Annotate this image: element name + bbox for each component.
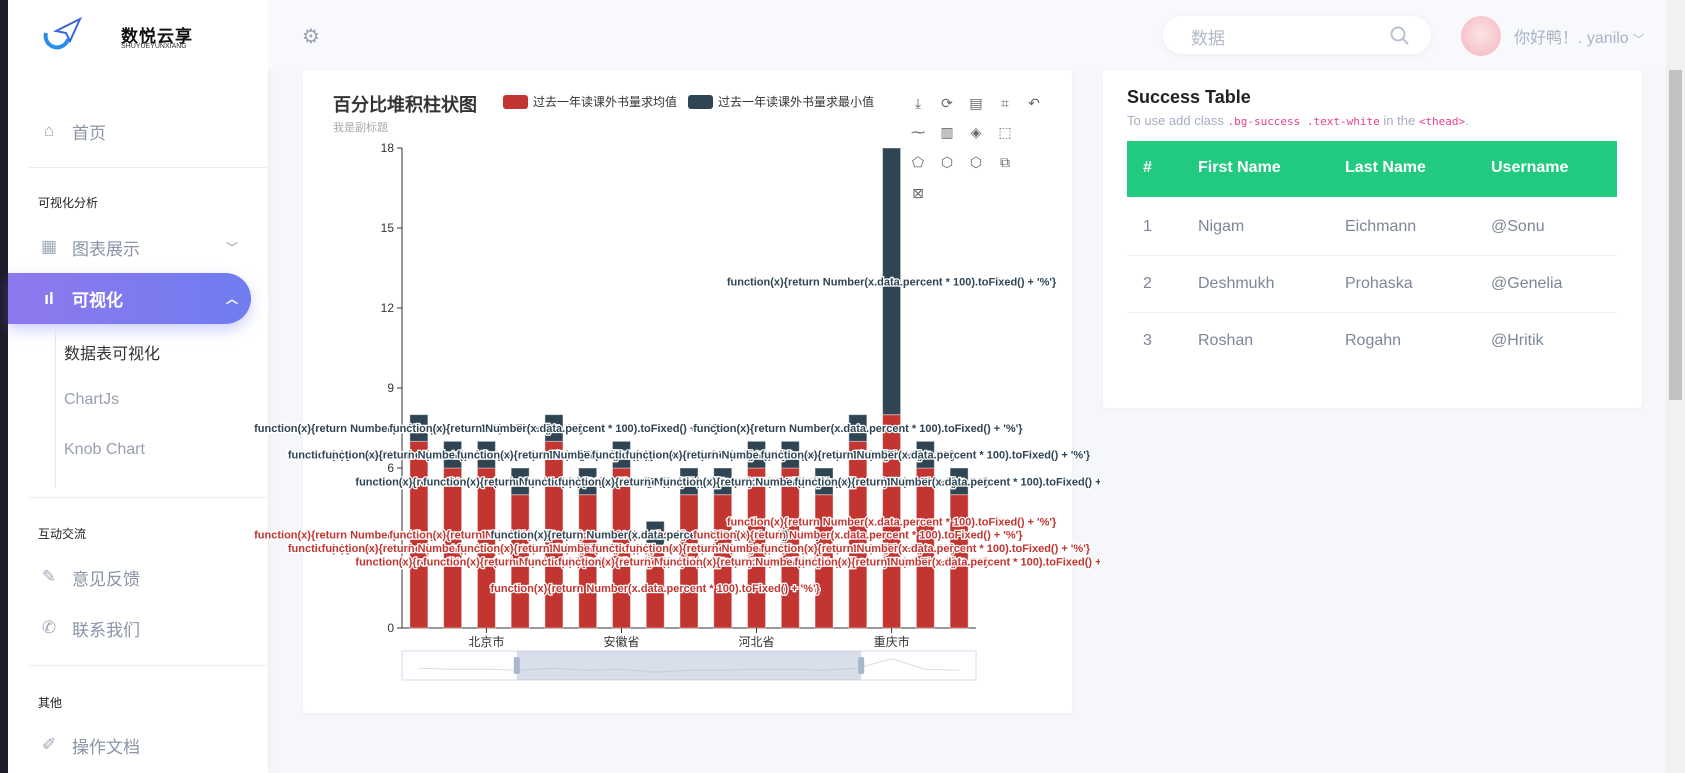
avatar[interactable] [1461, 16, 1501, 56]
x-tick-label: 北京市 [468, 634, 504, 649]
column-header: Username [1491, 159, 1569, 176]
greeting-text: 你好鸭！. yanilo [1514, 30, 1629, 47]
bar-data-label: function(x){return Number(x.data.percent… [727, 516, 1057, 528]
table-cell: @Hritik [1491, 332, 1544, 349]
table-cell: Roshan [1198, 332, 1254, 349]
table-cell: Eichmann [1345, 218, 1417, 235]
bar-data-label: function(x){return Number(x.data.percent… [761, 543, 1091, 555]
y-tick-label: 6 [387, 461, 394, 475]
bar-data-label: function(x){return Number(x.data.percent… [727, 276, 1057, 288]
table-cell: Deshmukh [1198, 275, 1275, 292]
bar-data-label: function(x){return Number(x.data.percent… [794, 556, 1100, 568]
table-cell: Rogahn [1345, 332, 1402, 349]
sidebar-item-docs[interactable]: ✐ 操作文档 [8, 732, 268, 758]
table-cell: 3 [1143, 332, 1152, 349]
table-description: To use add class .bg-success .text-white… [1127, 113, 1469, 128]
bar-data-label: function(x){return Number(x.data.percent… [794, 476, 1100, 488]
user-greeting[interactable]: 你好鸭！. yanilo ﹀ [1514, 24, 1644, 48]
desc-text: in the [1379, 113, 1419, 128]
column-header: First Name [1198, 159, 1281, 176]
bar-data-label: function(x){return Number(x.data.percent… [389, 423, 719, 435]
label: 操作文档 [72, 737, 140, 757]
x-tick-label: 安徽省 [603, 634, 639, 649]
column-header: # [1143, 159, 1152, 176]
search-input[interactable]: 数据 [1163, 16, 1431, 54]
search-placeholder: 数据 [1191, 29, 1225, 48]
y-tick-label: 15 [381, 221, 395, 235]
x-tick-label: 重庆市 [874, 634, 910, 649]
datazoom-handle[interactable] [858, 657, 865, 674]
y-tick-label: 0 [387, 621, 394, 635]
y-tick-label: 9 [387, 381, 394, 395]
pen-icon: ✐ [41, 735, 57, 754]
table-cell: @Genelia [1491, 275, 1563, 292]
table-cell: Prohaska [1345, 275, 1413, 292]
code-snippet: .bg-success .text-white [1227, 115, 1380, 128]
bar-data-label: function(x){return Number(x.data.percent… [693, 423, 1023, 435]
table-cell: Nigam [1198, 218, 1245, 235]
table-title: Success Table [1127, 87, 1251, 107]
table-cell: 2 [1143, 275, 1152, 292]
code-snippet: <thead> [1418, 115, 1466, 128]
row-divider [1127, 255, 1617, 256]
search-icon[interactable] [1390, 26, 1410, 46]
y-tick-label: 18 [381, 141, 395, 155]
row-divider [1127, 312, 1617, 313]
desc-text: . [1465, 113, 1469, 128]
x-tick-label: 河北省 [739, 635, 775, 649]
column-header: Last Name [1345, 159, 1426, 176]
datazoom-handle[interactable] [513, 657, 520, 674]
chevron-down-icon: ﹀ [1633, 34, 1645, 46]
y-tick-label: 12 [381, 301, 395, 315]
datazoom-selection[interactable] [516, 651, 862, 680]
bar-data-label: function(x){return Number(x.data.percent… [761, 450, 1091, 462]
scrollbar-thumb[interactable] [1669, 70, 1682, 400]
table-cell: 1 [1143, 218, 1152, 235]
bar-data-label: function(x){return Number(x.data.percent… [490, 583, 820, 595]
desc-text: To use add class [1127, 113, 1228, 128]
table-cell: @Sonu [1491, 218, 1545, 235]
bar-data-label: function(x){return Number(x.data.percent… [693, 530, 1023, 542]
chart-svg: 0369121518北京市 安徽省 河北省 重庆市function(x){return… [253, 141, 1100, 681]
